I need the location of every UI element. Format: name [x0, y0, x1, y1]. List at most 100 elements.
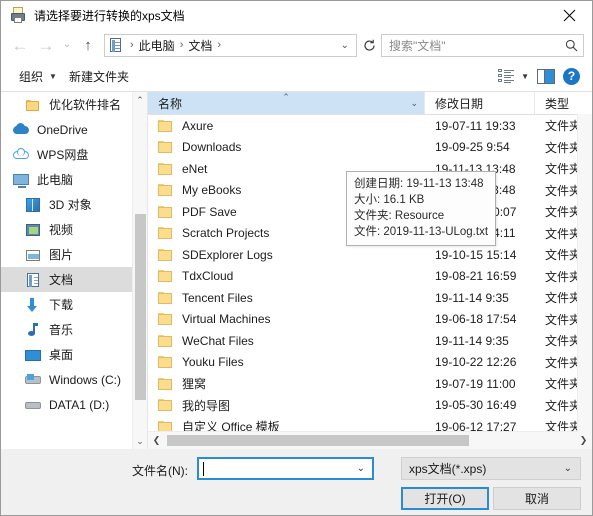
folder-icon: [158, 398, 174, 412]
table-row[interactable]: Downloads 19-09-25 9:54 文件夹: [148, 137, 592, 159]
sidebar-item-2[interactable]: WPS网盘: [1, 142, 132, 167]
file-list-horizontal-scrollbar[interactable]: ❮ ❯: [148, 431, 592, 449]
folder-icon: [158, 162, 174, 176]
file-name: Youku Files: [182, 355, 244, 370]
folder-icon: [158, 312, 174, 326]
drive-icon: [25, 397, 42, 413]
chevron-down-icon[interactable]: ⌄: [334, 40, 356, 51]
cell-name: WeChat Files: [148, 334, 425, 348]
help-icon: ?: [563, 67, 580, 85]
column-header-type[interactable]: 类型: [535, 92, 592, 114]
file-type-filter-select[interactable]: xps文档(*.xps) ⌄: [401, 457, 581, 480]
breadcrumb-separator[interactable]: ›: [212, 39, 226, 51]
sidebar-item-12[interactable]: DATA1 (D:): [1, 392, 132, 417]
cell-date-modified: 19-07-19 11:00: [435, 376, 516, 391]
preview-pane-button[interactable]: [533, 64, 559, 88]
table-row[interactable]: Axure 19-07-11 19:33 文件夹: [148, 115, 592, 137]
sidebar-item-8[interactable]: 下载: [1, 292, 132, 317]
filename-input[interactable]: ⌄: [197, 457, 374, 480]
table-row[interactable]: 自定义 Office 模板 19-06-12 17:27 文件夹: [148, 416, 592, 431]
sidebar-item-11[interactable]: Windows (C:): [1, 367, 132, 392]
search-icon[interactable]: [559, 39, 583, 52]
sidebar-scrollbar[interactable]: ⌃ ⌄: [132, 92, 147, 449]
sidebar-item-5[interactable]: 视频: [1, 217, 132, 242]
search-box[interactable]: 搜索"文档": [381, 33, 584, 57]
sidebar-item-6[interactable]: 图片: [1, 242, 132, 267]
forward-button[interactable]: →: [33, 32, 59, 58]
scroll-down-icon[interactable]: ⌄: [133, 433, 147, 449]
change-view-button[interactable]: ▼: [494, 64, 533, 88]
column-header-date[interactable]: 修改日期: [425, 92, 535, 114]
file-list-vertical-scrollbar[interactable]: [577, 114, 592, 432]
file-name: 我的导图: [182, 398, 231, 413]
sidebar-item-3[interactable]: 此电脑: [1, 167, 132, 192]
desktop-icon: [25, 347, 42, 363]
column-header-name[interactable]: 名称 ⌃ ⌄: [148, 92, 425, 114]
address-bar[interactable]: › 此电脑 › 文档 › ⌄: [104, 33, 357, 57]
recent-locations-button[interactable]: ⌄: [59, 32, 75, 58]
table-row[interactable]: 我的导图 19-05-30 16:49 文件夹: [148, 395, 592, 417]
table-row[interactable]: Virtual Machines 19-06-18 17:54 文件夹: [148, 309, 592, 331]
cell-name: Virtual Machines: [148, 312, 425, 326]
help-button[interactable]: ?: [559, 64, 584, 88]
open-button[interactable]: 打开(O): [401, 487, 489, 510]
hscrollbar-track[interactable]: [165, 432, 575, 449]
sidebar-item-7[interactable]: 文档: [1, 267, 132, 292]
sidebar-item-0[interactable]: 优化软件排名: [1, 92, 132, 117]
file-name: SDExplorer Logs: [182, 247, 273, 262]
scroll-up-icon[interactable]: ⌃: [133, 92, 147, 108]
file-name: My eBooks: [182, 183, 242, 198]
table-row[interactable]: SDExplorer Logs 19-10-15 15:14 文件夹: [148, 244, 592, 266]
sidebar-item-label: WPS网盘: [37, 148, 89, 162]
refresh-icon[interactable]: [357, 34, 381, 57]
new-folder-button[interactable]: 新建文件夹: [63, 64, 135, 88]
sidebar-item-4[interactable]: 3D 对象: [1, 192, 132, 217]
filename-label: 文件名(N):: [132, 464, 188, 478]
search-input[interactable]: 搜索"文档": [382, 37, 559, 54]
back-button[interactable]: ←: [7, 32, 33, 58]
cell-date-modified: 19-06-12 17:27: [435, 419, 517, 431]
file-rows: Axure 19-07-11 19:33 文件夹 Downloads 19-09-25 …: [148, 115, 592, 431]
navigation-tree: 优化软件排名 OneDrive WPS网盘此电脑 3D 对象视频图片文档 下载 音乐 桌面 W…: [1, 92, 132, 449]
cell-date-modified: 19-11-14 9:35: [435, 290, 509, 305]
table-row[interactable]: Youku Files 19-10-22 12:26 文件夹: [148, 352, 592, 374]
sidebar-item-label: Windows (C:): [49, 372, 122, 387]
breadcrumb-separator[interactable]: ›: [175, 39, 189, 51]
breadcrumb-item-this-pc[interactable]: 此电脑: [139, 37, 175, 54]
scroll-right-icon[interactable]: ❯: [575, 432, 592, 449]
navigation-bar: ← → ⌄ ↑ › 此电脑 › 文档 › ⌄ 搜索"文档": [1, 29, 592, 61]
folder-icon: [158, 420, 174, 431]
sidebar-item-label: 图片: [49, 248, 74, 262]
organize-button[interactable]: 组织 ▼: [13, 64, 63, 88]
windows-drive-icon: [25, 372, 42, 388]
table-row[interactable]: TdxCloud 19-08-21 16:59 文件夹: [148, 266, 592, 288]
chevron-down-icon[interactable]: ⌄: [564, 463, 580, 474]
file-name: WeChat Files: [182, 333, 254, 348]
sidebar-item-9[interactable]: 音乐: [1, 317, 132, 342]
breadcrumb-item-documents[interactable]: 文档: [188, 37, 212, 54]
text-cursor: [203, 461, 204, 476]
table-row[interactable]: 狸窝 19-07-19 11:00 文件夹: [148, 373, 592, 395]
sidebar-item-1[interactable]: OneDrive: [1, 117, 132, 142]
file-info-tooltip: 创建日期: 19-11-13 13:48 大小: 16.1 KB 文件夹: Re…: [346, 171, 497, 246]
chevron-down-icon[interactable]: ⌄: [357, 463, 372, 474]
cell-name: Axure: [148, 119, 425, 133]
scrollbar-thumb[interactable]: [135, 214, 146, 400]
file-type-filter-value: xps文档(*.xps): [409, 462, 487, 476]
scroll-left-icon[interactable]: ❮: [148, 432, 165, 449]
tooltip-folder: 文件夹: Resource: [354, 210, 445, 222]
cell-date-modified: 19-10-22 12:26: [435, 355, 517, 370]
sidebar-item-10[interactable]: 桌面: [1, 342, 132, 367]
hscrollbar-thumb[interactable]: [167, 435, 469, 446]
sidebar-item-label: 3D 对象: [49, 198, 92, 212]
breadcrumb-separator[interactable]: ›: [125, 39, 139, 51]
up-button[interactable]: ↑: [75, 32, 101, 58]
cell-date-modified: 19-11-14 9:35: [435, 333, 509, 348]
close-icon[interactable]: [546, 1, 592, 29]
chevron-down-icon[interactable]: ⌄: [410, 98, 418, 109]
table-row[interactable]: WeChat Files 19-11-14 9:35 文件夹: [148, 330, 592, 352]
cell-date-modified: 19-05-30 16:49: [435, 398, 517, 413]
cancel-button[interactable]: 取消: [493, 487, 581, 510]
documents-icon: [109, 37, 123, 53]
table-row[interactable]: Tencent Files 19-11-14 9:35 文件夹: [148, 287, 592, 309]
